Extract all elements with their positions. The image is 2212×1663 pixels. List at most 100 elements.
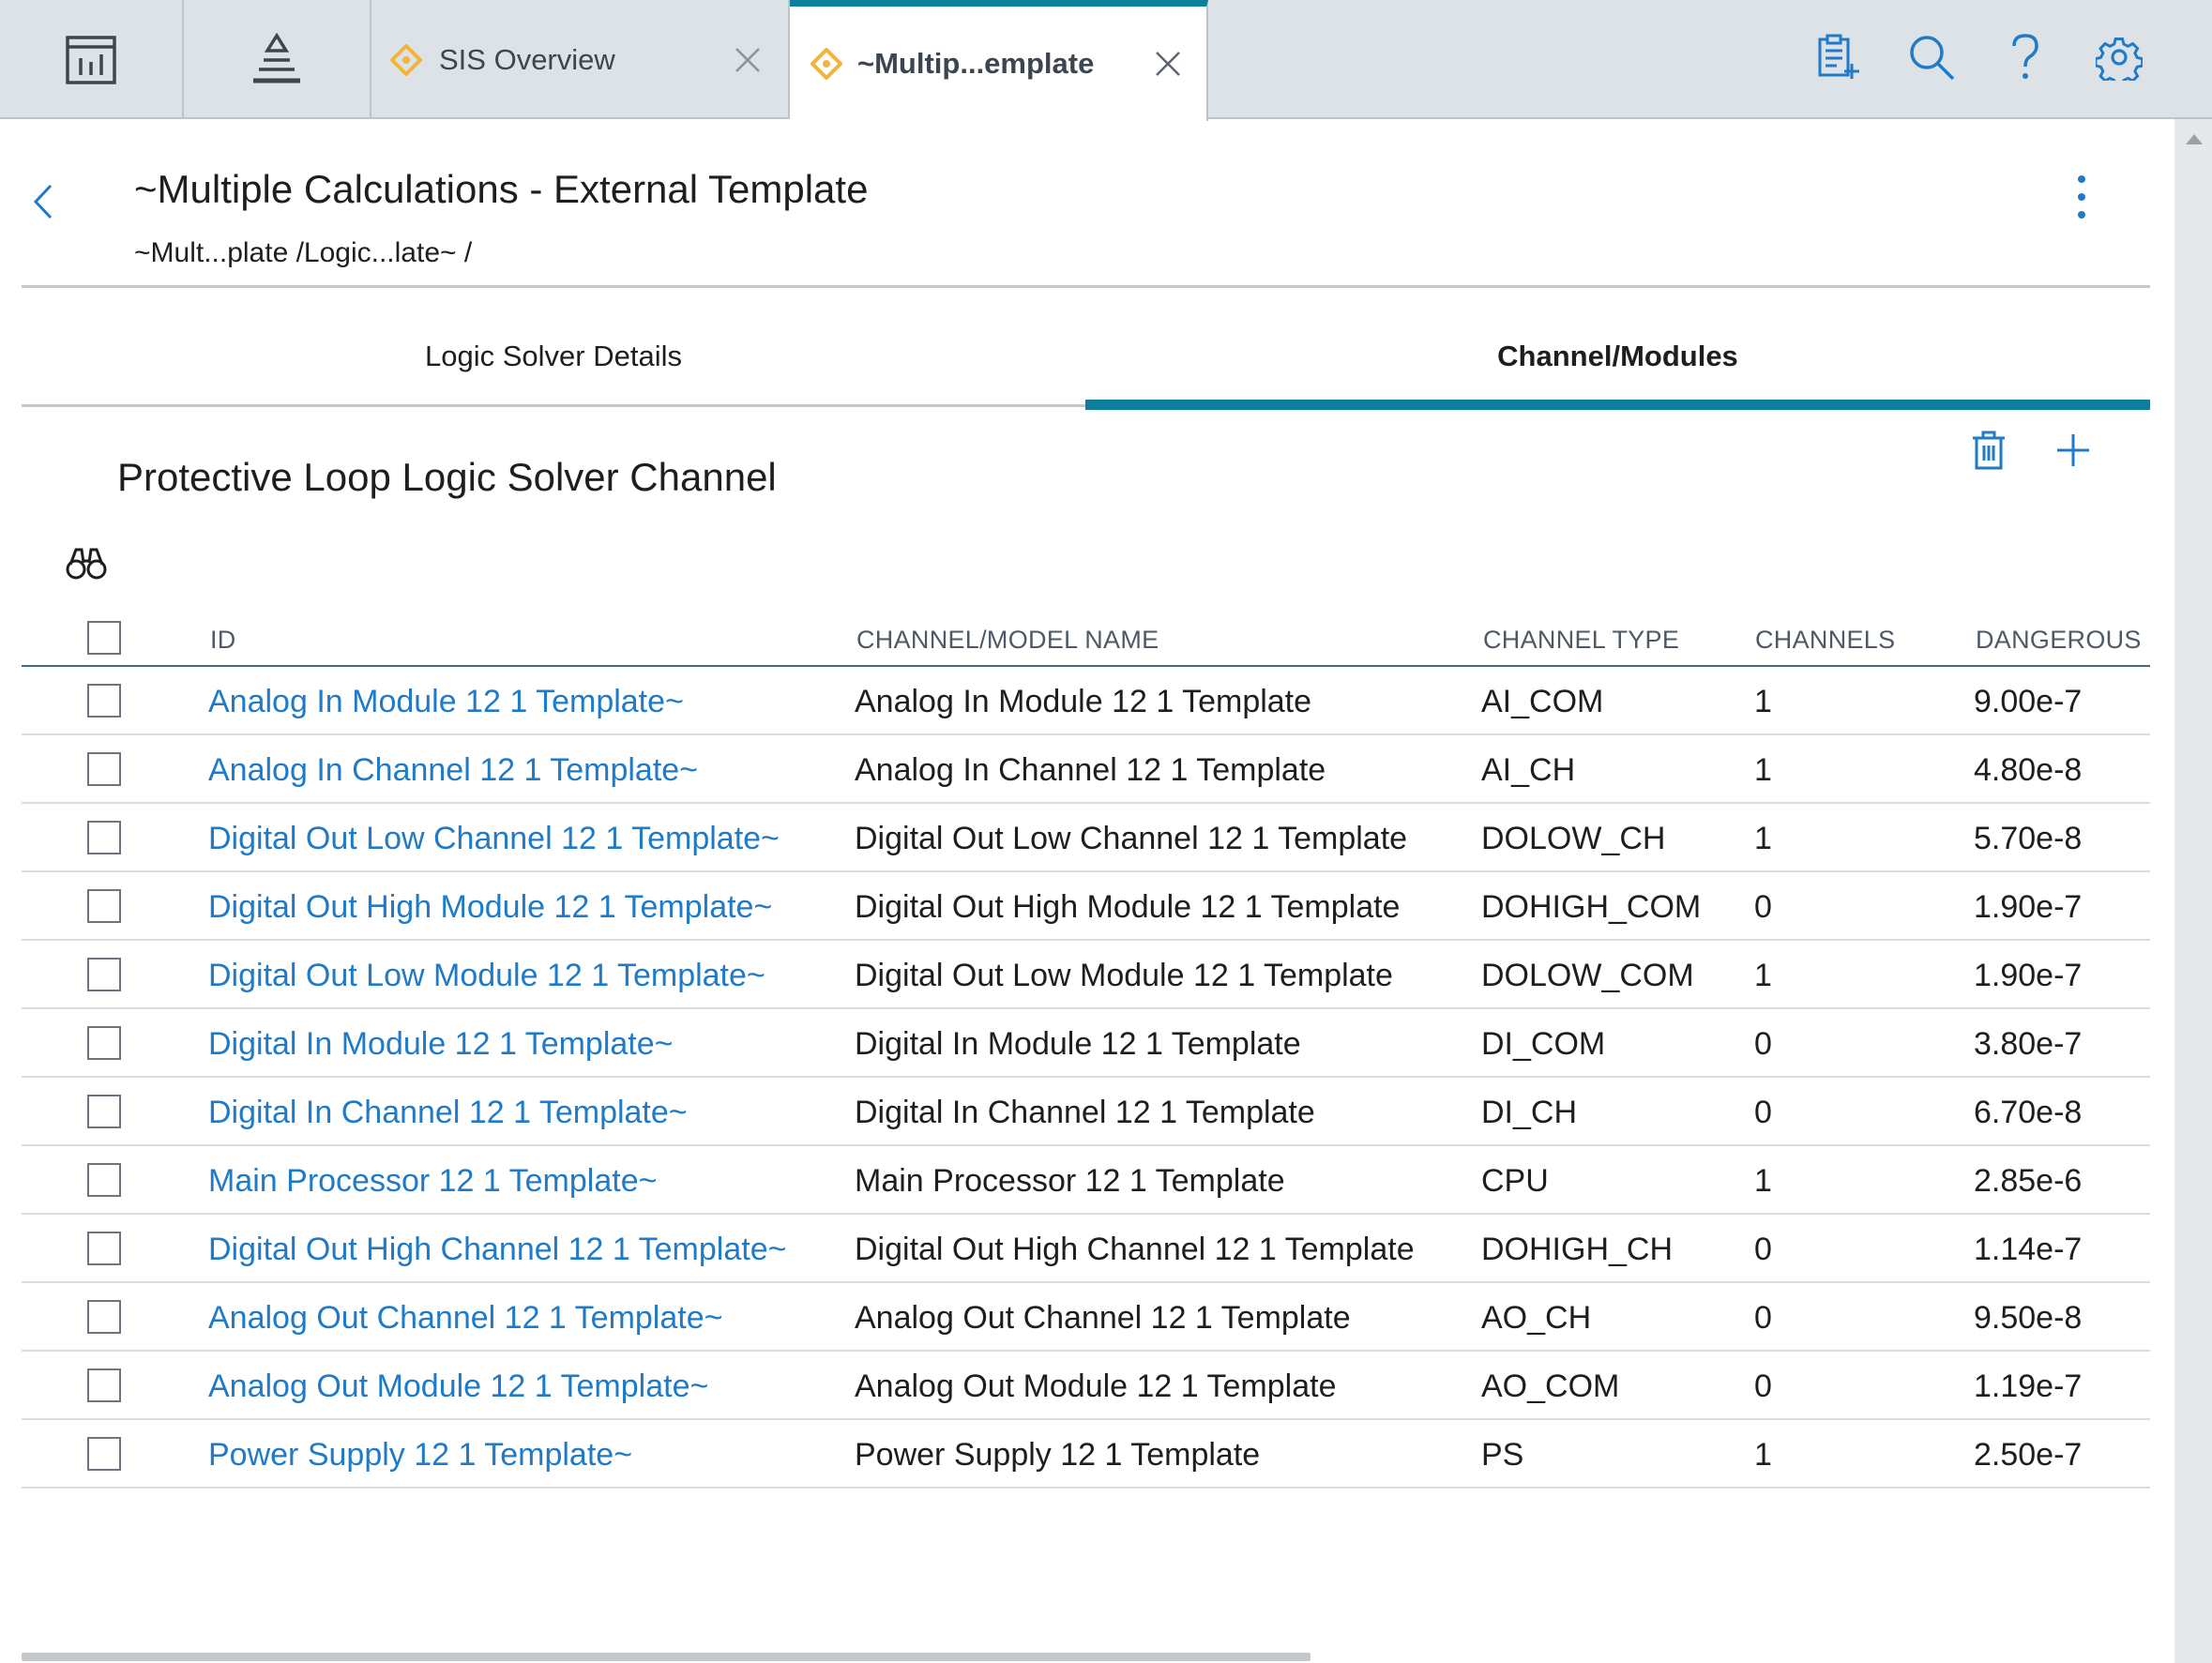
add-button[interactable]	[2047, 424, 2099, 476]
hierarchy-button[interactable]	[184, 0, 371, 119]
cell-id[interactable]: Digital In Channel 12 1 Template~	[208, 1095, 688, 1131]
page-title: ~Multiple Calculations - External Templa…	[134, 167, 869, 211]
cell-id[interactable]: Digital Out High Channel 12 1 Template~	[208, 1232, 786, 1268]
select-all-checkbox[interactable]	[87, 621, 121, 655]
close-icon[interactable]	[734, 46, 762, 74]
cell-id[interactable]: Digital In Module 12 1 Template~	[208, 1026, 674, 1063]
settings-icon	[2096, 38, 2143, 81]
horizontal-scrollbar[interactable]	[22, 1653, 1311, 1661]
cell-id[interactable]: Digital Out Low Module 12 1 Template~	[208, 958, 765, 994]
row-checkbox[interactable]	[87, 889, 121, 923]
row-checkbox[interactable]	[87, 1300, 121, 1334]
cell-channels: 0	[1754, 889, 1772, 925]
settings-button[interactable]	[2090, 28, 2148, 86]
cell-channels: 0	[1754, 1095, 1772, 1130]
column-header-id[interactable]: ID	[210, 626, 236, 655]
delete-button[interactable]	[1962, 424, 2015, 476]
cell-id[interactable]: Analog In Module 12 1 Template~	[208, 684, 684, 720]
help-button[interactable]	[1996, 28, 2054, 86]
search-button[interactable]	[1902, 28, 1961, 86]
search-icon	[1910, 36, 1955, 81]
cell-type: DI_CH	[1481, 1095, 1578, 1130]
row-checkbox[interactable]	[87, 1026, 121, 1060]
cell-name: Analog Out Channel 12 1 Template	[855, 1300, 1351, 1336]
cell-dangerous: 4.80e-8	[1974, 752, 2083, 788]
binoculars-icon[interactable]	[66, 544, 107, 582]
back-button[interactable]	[24, 178, 62, 225]
table-row[interactable]: Digital Out Low Module 12 1 Template~ Dig…	[22, 941, 2150, 1009]
cell-type: DOHIGH_CH	[1481, 1232, 1674, 1267]
section-title: Protective Loop Logic Solver Channel	[117, 455, 777, 499]
cell-name: Main Processor 12 1 Template	[855, 1163, 1285, 1199]
table-header: ID CHANNEL/MODEL NAME CHANNEL TYPE CHANN…	[22, 605, 2150, 667]
delete-icon	[1973, 431, 2005, 470]
cell-id[interactable]: Digital Out Low Channel 12 1 Template~	[208, 821, 780, 857]
cell-name: Power Supply 12 1 Template	[855, 1437, 1261, 1473]
row-checkbox[interactable]	[87, 1163, 121, 1197]
cell-channels: 0	[1754, 1232, 1772, 1267]
scroll-up-icon[interactable]	[2186, 134, 2203, 144]
cell-type: PS	[1481, 1437, 1524, 1473]
column-header-type[interactable]: CHANNEL TYPE	[1483, 626, 1679, 655]
row-checkbox[interactable]	[87, 1095, 121, 1128]
tab-logic-solver-details[interactable]: Logic Solver Details	[22, 319, 1085, 394]
tab-channel-modules[interactable]: Channel/Modules	[1085, 319, 2150, 394]
row-checkbox[interactable]	[87, 958, 121, 991]
cell-id[interactable]: Digital Out High Module 12 1 Template~	[208, 889, 772, 926]
column-header-name[interactable]: CHANNEL/MODEL NAME	[856, 626, 1159, 655]
table-row[interactable]: Digital Out Low Channel 12 1 Template~ Di…	[22, 804, 2150, 872]
row-checkbox[interactable]	[87, 821, 121, 854]
table-row[interactable]: Analog Out Channel 12 1 Template~ Analog …	[22, 1283, 2150, 1352]
cell-channels: 1	[1754, 1437, 1772, 1473]
cell-dangerous: 2.50e-7	[1974, 1437, 2083, 1473]
cell-channels: 1	[1754, 958, 1772, 993]
cell-channels: 1	[1754, 752, 1772, 788]
cell-dangerous: 3.80e-7	[1974, 1026, 2083, 1062]
table-row[interactable]: Analog Out Module 12 1 Template~ Analog O…	[22, 1352, 2150, 1420]
table-row[interactable]: Digital In Module 12 1 Template~ Digital …	[22, 1009, 2150, 1078]
cell-channels: 1	[1754, 1163, 1772, 1199]
table-row[interactable]: Digital Out High Channel 12 1 Template~ D…	[22, 1215, 2150, 1283]
row-checkbox[interactable]	[87, 1368, 121, 1402]
table-row[interactable]: Power Supply 12 1 Template~ Power Supply …	[22, 1420, 2150, 1489]
cell-name: Analog Out Module 12 1 Template	[855, 1368, 1337, 1404]
cell-channels: 0	[1754, 1300, 1772, 1336]
breadcrumb[interactable]: ~Mult...plate /Logic...late~ /	[134, 237, 472, 269]
new-record-button[interactable]	[1809, 28, 1867, 86]
cell-name: Digital Out Low Channel 12 1 Template	[855, 821, 1408, 856]
table-row[interactable]: Digital In Channel 12 1 Template~ Digital…	[22, 1078, 2150, 1146]
cell-id[interactable]: Analog In Channel 12 1 Template~	[208, 752, 698, 789]
cell-dangerous: 9.50e-8	[1974, 1300, 2083, 1336]
table-row[interactable]: Analog In Channel 12 1 Template~ Analog I…	[22, 735, 2150, 804]
cell-type: DI_COM	[1481, 1026, 1606, 1062]
cell-id[interactable]: Power Supply 12 1 Template~	[208, 1437, 632, 1474]
table-row[interactable]: Main Processor 12 1 Template~ Main Proces…	[22, 1146, 2150, 1215]
cell-name: Analog In Module 12 1 Template	[855, 684, 1312, 719]
row-checkbox[interactable]	[87, 1232, 121, 1265]
scrollbar-thumb[interactable]	[2178, 159, 2208, 1663]
cell-id[interactable]: Analog Out Module 12 1 Template~	[208, 1368, 708, 1405]
cell-id[interactable]: Main Processor 12 1 Template~	[208, 1163, 657, 1200]
vertical-scrollbar[interactable]	[2174, 119, 2212, 1663]
cell-channels: 1	[1754, 821, 1772, 856]
tab-sis-overview[interactable]: SIS Overview	[371, 0, 790, 119]
new-record-icon	[1818, 34, 1859, 79]
row-checkbox[interactable]	[87, 752, 121, 786]
close-icon[interactable]	[1154, 50, 1182, 78]
cell-dangerous: 9.00e-7	[1974, 684, 2083, 719]
cell-id[interactable]: Analog Out Channel 12 1 Template~	[208, 1300, 722, 1337]
more-options-icon[interactable]	[2068, 175, 2096, 219]
table-row[interactable]: Digital Out High Module 12 1 Template~ Di…	[22, 872, 2150, 941]
table-row[interactable]: Analog In Module 12 1 Template~ Analog In…	[22, 667, 2150, 735]
help-icon	[2012, 34, 2038, 79]
cell-type: AO_COM	[1481, 1368, 1620, 1404]
row-checkbox[interactable]	[87, 684, 121, 718]
cell-type: AI_CH	[1481, 752, 1576, 788]
row-checkbox[interactable]	[87, 1437, 121, 1471]
dashboard-button[interactable]	[0, 0, 184, 119]
tab-multiple-calculations[interactable]: ~Multip...emplate	[790, 0, 1208, 121]
column-header-channels[interactable]: CHANNELS	[1755, 626, 1895, 655]
cell-dangerous: 1.19e-7	[1974, 1368, 2083, 1404]
column-header-dangerous[interactable]: DANGEROUS D	[1976, 626, 2150, 655]
diamond-icon	[390, 43, 422, 76]
